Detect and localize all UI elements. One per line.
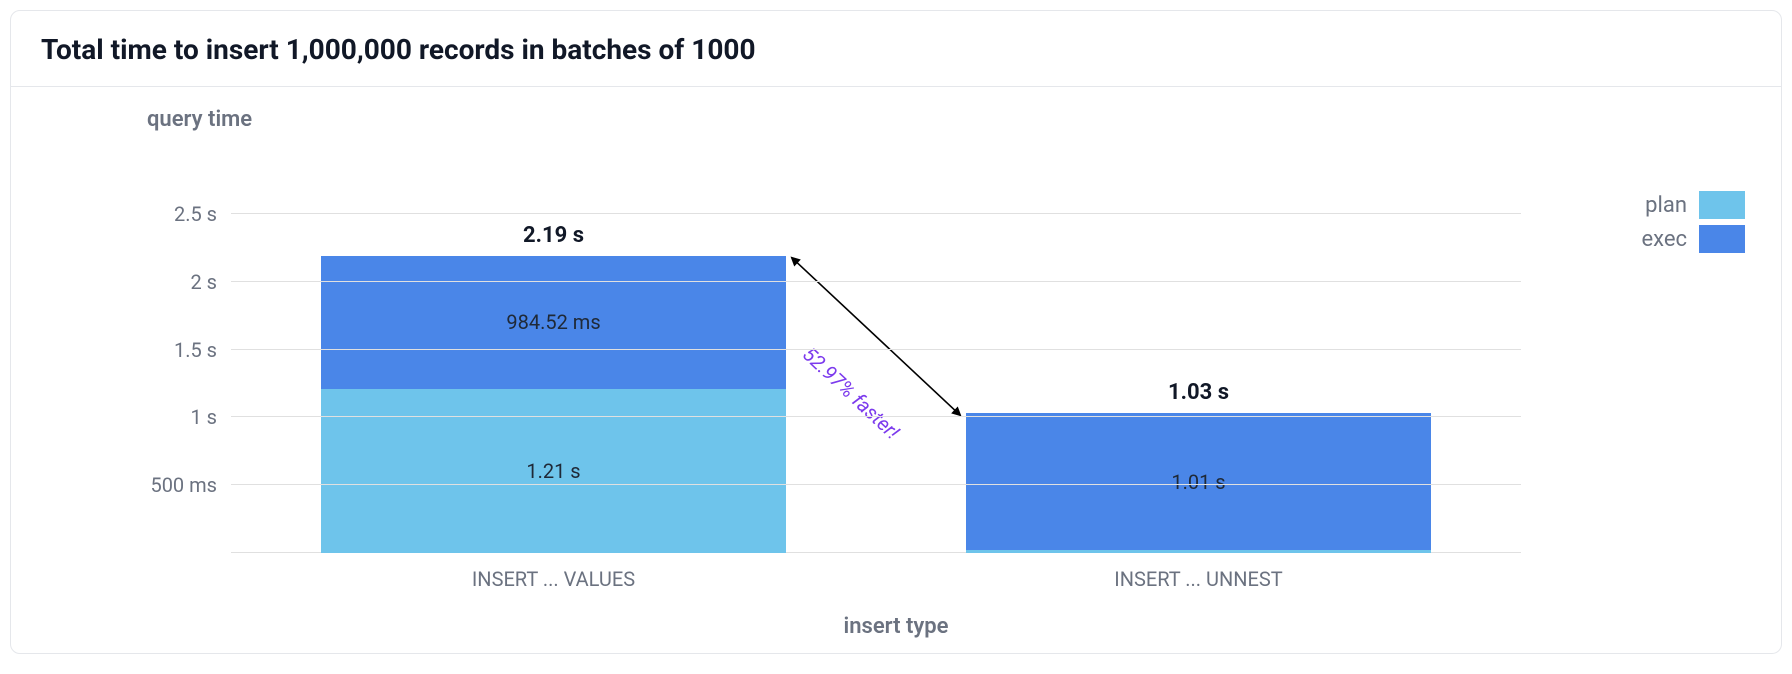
- y-axis-title: query time: [147, 107, 252, 132]
- chart-title: Total time to insert 1,000,000 records i…: [41, 33, 1751, 66]
- grid-line: [231, 213, 1521, 214]
- legend-swatch-exec: [1699, 225, 1745, 253]
- grid-line: [231, 349, 1521, 350]
- stacked-bar: 1.21 s984.52 ms2.19 s: [321, 256, 785, 553]
- legend-item-exec: exec: [1627, 225, 1745, 253]
- plot-area: 1.21 s984.52 ms2.19 sINSERT ... VALUES20…: [231, 187, 1521, 553]
- bar-total-label: 2.19 s: [321, 223, 785, 248]
- grid-line: [231, 281, 1521, 282]
- x-axis-title: insert type: [11, 614, 1781, 639]
- y-tick: 500 ms: [150, 473, 217, 497]
- legend-swatch-plan: [1699, 191, 1745, 219]
- chart-card: Total time to insert 1,000,000 records i…: [10, 10, 1782, 654]
- segment-plan-label: 1.21 s: [526, 459, 580, 483]
- card-body: query time 1.21 s 984.52 ms 2.19 s INSERT .…: [11, 87, 1781, 653]
- segment-plan: 1.21 s: [321, 389, 785, 553]
- bars-container: 1.21 s984.52 ms2.19 sINSERT ... VALUES20…: [231, 187, 1521, 553]
- legend: plan exec: [1627, 191, 1745, 259]
- grid-line: [231, 416, 1521, 417]
- category-label: INSERT ... VALUES: [231, 567, 876, 591]
- bar-total-label: 1.03 s: [966, 380, 1430, 405]
- bar-slot: 1.21 s984.52 ms2.19 sINSERT ... VALUES: [231, 187, 876, 553]
- segment-exec: 984.52 ms: [321, 256, 785, 389]
- y-tick: 2.5 s: [174, 202, 217, 226]
- y-tick: 1 s: [190, 405, 217, 429]
- grid-line: [231, 484, 1521, 485]
- legend-label-plan: plan: [1627, 193, 1687, 218]
- segment-exec-label: 1.01 s: [1171, 470, 1225, 494]
- segment-plan: [966, 550, 1430, 553]
- category-label: INSERT ... UNNEST: [876, 567, 1521, 591]
- y-tick: 1.5 s: [174, 338, 217, 362]
- legend-item-plan: plan: [1627, 191, 1745, 219]
- legend-label-exec: exec: [1627, 227, 1687, 252]
- segment-exec: 1.01 s: [966, 413, 1430, 550]
- card-header: Total time to insert 1,000,000 records i…: [11, 11, 1781, 87]
- stacked-bar: 20.61 ms1.01 s1.03 s: [966, 413, 1430, 553]
- y-tick: 2 s: [190, 270, 217, 294]
- segment-exec-label: 984.52 ms: [506, 310, 600, 334]
- bar-slot: 20.61 ms1.01 s1.03 sINSERT ... UNNEST: [876, 187, 1521, 553]
